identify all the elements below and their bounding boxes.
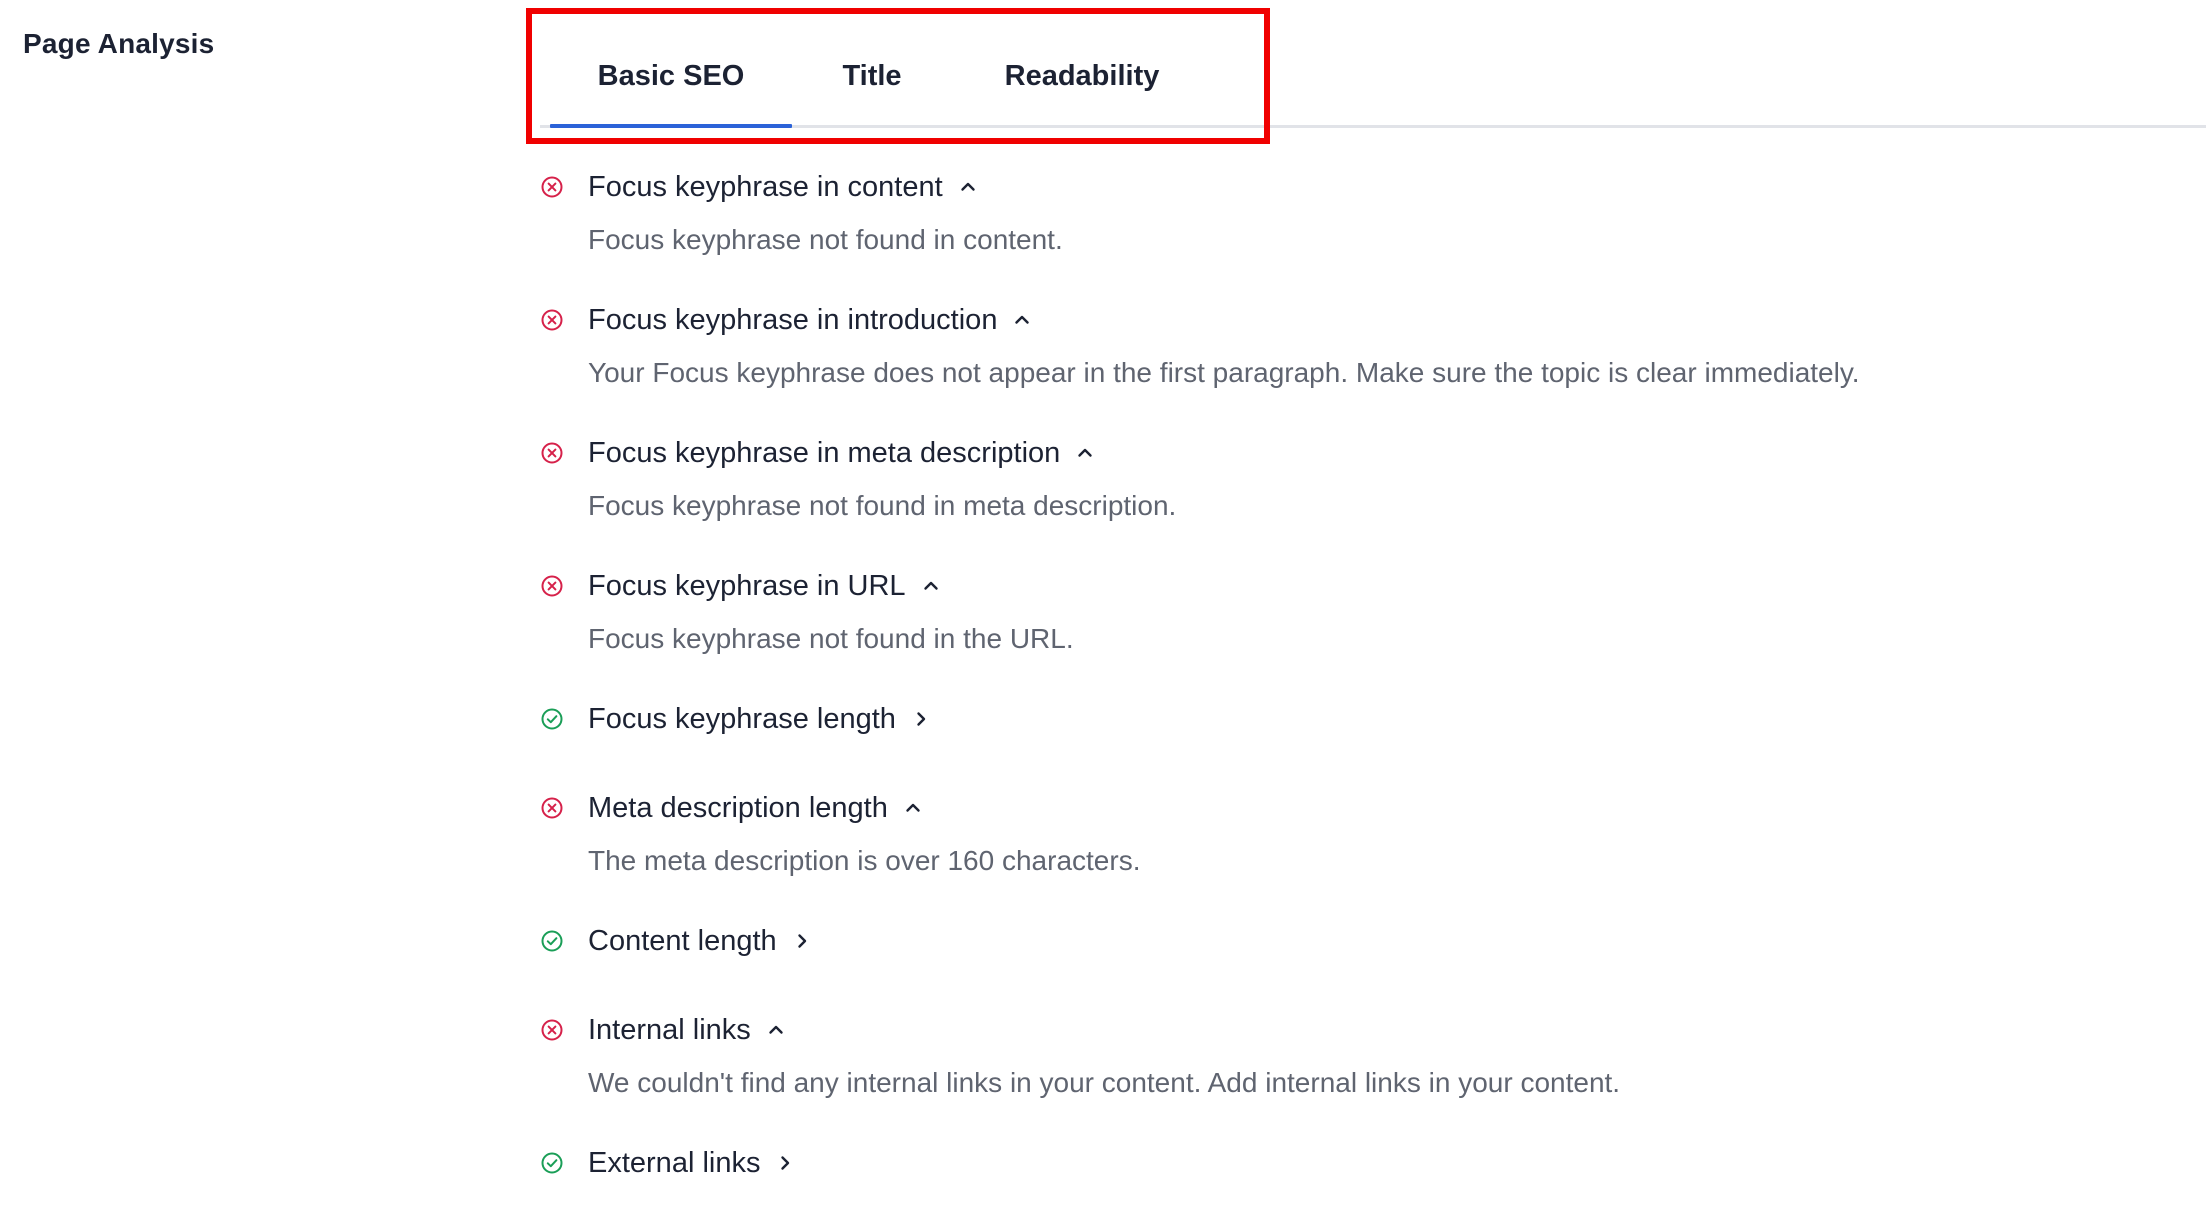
assessment-toggle[interactable]: Focus keyphrase in URL — [540, 564, 2140, 608]
assessment-label: Focus keyphrase in URL — [588, 569, 906, 602]
chevron-right-icon[interactable] — [774, 1152, 796, 1174]
chevron-up-icon[interactable] — [920, 575, 942, 597]
assessment-label: Meta description length — [588, 791, 888, 824]
assessment-item-meta-description-length: Meta description length The meta descript… — [540, 786, 2140, 880]
assessment-toggle[interactable]: Focus keyphrase in content — [540, 165, 2140, 209]
analysis-content: Basic SEO Title Readability Focus keyphr… — [526, 0, 2206, 1179]
assessment-item-focus-keyphrase-in-meta-description: Focus keyphrase in meta description Focus… — [540, 431, 2140, 525]
assessment-label: External links — [588, 1146, 761, 1179]
assessment-item-focus-keyphrase-in-content: Focus keyphrase in content Focus keyphras… — [540, 165, 2140, 259]
chevron-up-icon[interactable] — [765, 1019, 787, 1041]
tab-readability[interactable]: Readability — [952, 36, 1212, 128]
check-circle-icon — [540, 707, 564, 731]
assessment-message: Focus keyphrase not found in meta descri… — [588, 490, 1177, 521]
assessment-message: Your Focus keyphrase does not appear in … — [588, 357, 1860, 388]
assessment-item-external-links: External links — [540, 1141, 2140, 1185]
assessment-toggle[interactable]: External links — [540, 1141, 2140, 1185]
assessment-toggle[interactable]: Focus keyphrase in introduction — [540, 298, 2140, 342]
x-circle-icon — [540, 574, 564, 598]
x-circle-icon — [540, 796, 564, 820]
assessment-message: Focus keyphrase not found in content. — [588, 224, 1063, 255]
assessment-toggle[interactable]: Content length — [540, 919, 2140, 963]
assessment-label: Focus keyphrase in content — [588, 170, 943, 203]
chevron-up-icon[interactable] — [1074, 442, 1096, 464]
assessment-item-focus-keyphrase-in-url: Focus keyphrase in URL Focus keyphrase no… — [540, 564, 2140, 658]
chevron-right-icon[interactable] — [910, 708, 932, 730]
assessment-item-content-length: Content length — [540, 919, 2140, 963]
tabs-bar: Basic SEO Title Readability — [526, 0, 2206, 144]
check-circle-icon — [540, 929, 564, 953]
assessment-label: Internal links — [588, 1013, 751, 1046]
assessment-label: Focus keyphrase length — [588, 702, 896, 735]
assessment-toggle[interactable]: Internal links — [540, 1008, 2140, 1052]
assessment-label: Content length — [588, 924, 777, 957]
assessment-message: The meta description is over 160 charact… — [588, 845, 1141, 876]
assessment-toggle[interactable]: Focus keyphrase length — [540, 697, 2140, 741]
assessment-toggle[interactable]: Meta description length — [540, 786, 2140, 830]
assessment-message: We couldn't find any internal links in y… — [588, 1067, 1621, 1098]
chevron-up-icon[interactable] — [902, 797, 924, 819]
assessment-item-internal-links: Internal links We couldn't find any inter… — [540, 1008, 2140, 1102]
x-circle-icon — [540, 308, 564, 332]
tab-basic-seo[interactable]: Basic SEO — [550, 36, 792, 128]
chevron-up-icon[interactable] — [957, 176, 979, 198]
assessment-message: Focus keyphrase not found in the URL. — [588, 623, 1074, 654]
section-title: Page Analysis — [23, 28, 215, 59]
page-analysis-panel: Page Analysis Basic SEO Title Readabilit… — [0, 0, 2206, 1212]
x-circle-icon — [540, 1018, 564, 1042]
chevron-up-icon[interactable] — [1011, 309, 1033, 331]
check-circle-icon — [540, 1151, 564, 1175]
x-circle-icon — [540, 175, 564, 199]
assessment-item-focus-keyphrase-in-introduction: Focus keyphrase in introduction Your Focu… — [540, 298, 2140, 392]
assessment-label: Focus keyphrase in meta description — [588, 436, 1061, 469]
assessment-item-focus-keyphrase-length: Focus keyphrase length — [540, 697, 2140, 741]
tab-title[interactable]: Title — [792, 36, 952, 128]
assessment-label: Focus keyphrase in introduction — [588, 303, 998, 336]
chevron-right-icon[interactable] — [791, 930, 813, 952]
assessment-toggle[interactable]: Focus keyphrase in meta description — [540, 431, 2140, 475]
tab-list: Basic SEO Title Readability — [550, 36, 1212, 128]
x-circle-icon — [540, 441, 564, 465]
